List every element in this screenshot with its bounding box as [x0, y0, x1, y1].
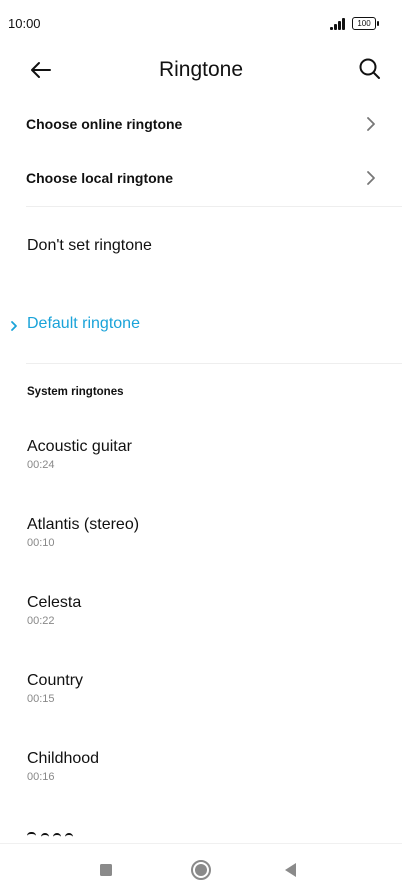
ringtone-name: Country: [27, 672, 84, 689]
home-button[interactable]: [189, 858, 213, 882]
back-nav-button[interactable]: [279, 858, 303, 882]
divider: [26, 363, 402, 364]
nav-item-label: Choose online ringtone: [26, 116, 183, 132]
choose-local-ringtone-row[interactable]: Choose local ringtone: [0, 152, 402, 206]
nav-item-label: Choose local ringtone: [26, 170, 174, 186]
section-title: System ringtones: [27, 386, 124, 398]
ringtone-name: Celesta: [27, 594, 82, 611]
battery-icon: 100: [352, 17, 379, 30]
ringtone-item[interactable]: Acoustic guitar 00:24: [0, 438, 402, 498]
ringtone-duration: 00:16: [27, 771, 55, 783]
recents-button[interactable]: [94, 858, 118, 882]
ringtone-duration: 00:22: [27, 615, 55, 627]
ringtone-name: Acoustic guitar: [27, 438, 132, 455]
ringtone-duration: 00:10: [27, 537, 55, 549]
ringtone-item[interactable]: Country 00:15: [0, 672, 402, 732]
square-icon: [100, 864, 112, 876]
selected-chevron-icon: [11, 321, 17, 331]
ringtone-item[interactable]: Celesta 00:22: [0, 594, 402, 654]
clipped-text-fragment: [41, 833, 49, 838]
ringtone-name: Childhood: [27, 750, 100, 767]
ringtone-duration: 00:24: [27, 459, 55, 471]
app-header: Ringtone: [0, 46, 402, 94]
ringtone-item[interactable]: Atlantis (stereo) 00:10: [0, 516, 402, 576]
search-button[interactable]: [356, 55, 384, 83]
search-icon: [359, 58, 380, 79]
ringtone-item-partial[interactable]: [27, 826, 107, 838]
option-label: Don't set ringtone: [27, 237, 152, 254]
clipped-text-fragment: [65, 833, 73, 838]
battery-level: 100: [357, 19, 371, 28]
default-ringtone-option[interactable]: Default ringtone: [0, 300, 402, 350]
triangle-back-icon: [285, 863, 296, 877]
option-label: Default ringtone: [27, 315, 140, 332]
chevron-right-icon: [367, 117, 375, 131]
chevron-right-icon: [367, 171, 375, 185]
ringtone-duration: 00:15: [27, 693, 55, 705]
ringtone-item[interactable]: Childhood 00:16: [0, 750, 402, 810]
dont-set-ringtone-option[interactable]: Don't set ringtone: [0, 222, 402, 272]
page-title: Ringtone: [158, 58, 244, 81]
divider: [26, 206, 402, 207]
status-time: 10:00: [8, 16, 41, 31]
choose-online-ringtone-row[interactable]: Choose online ringtone: [0, 98, 402, 152]
clipped-text-fragment: [53, 833, 61, 838]
ringtone-name: Atlantis (stereo): [27, 516, 140, 533]
circle-icon: [191, 860, 211, 880]
clipped-text-fragment: [27, 832, 36, 837]
signal-icon: [330, 18, 348, 30]
system-nav-bar: [0, 843, 402, 894]
status-bar: 10:00 100: [0, 0, 402, 46]
